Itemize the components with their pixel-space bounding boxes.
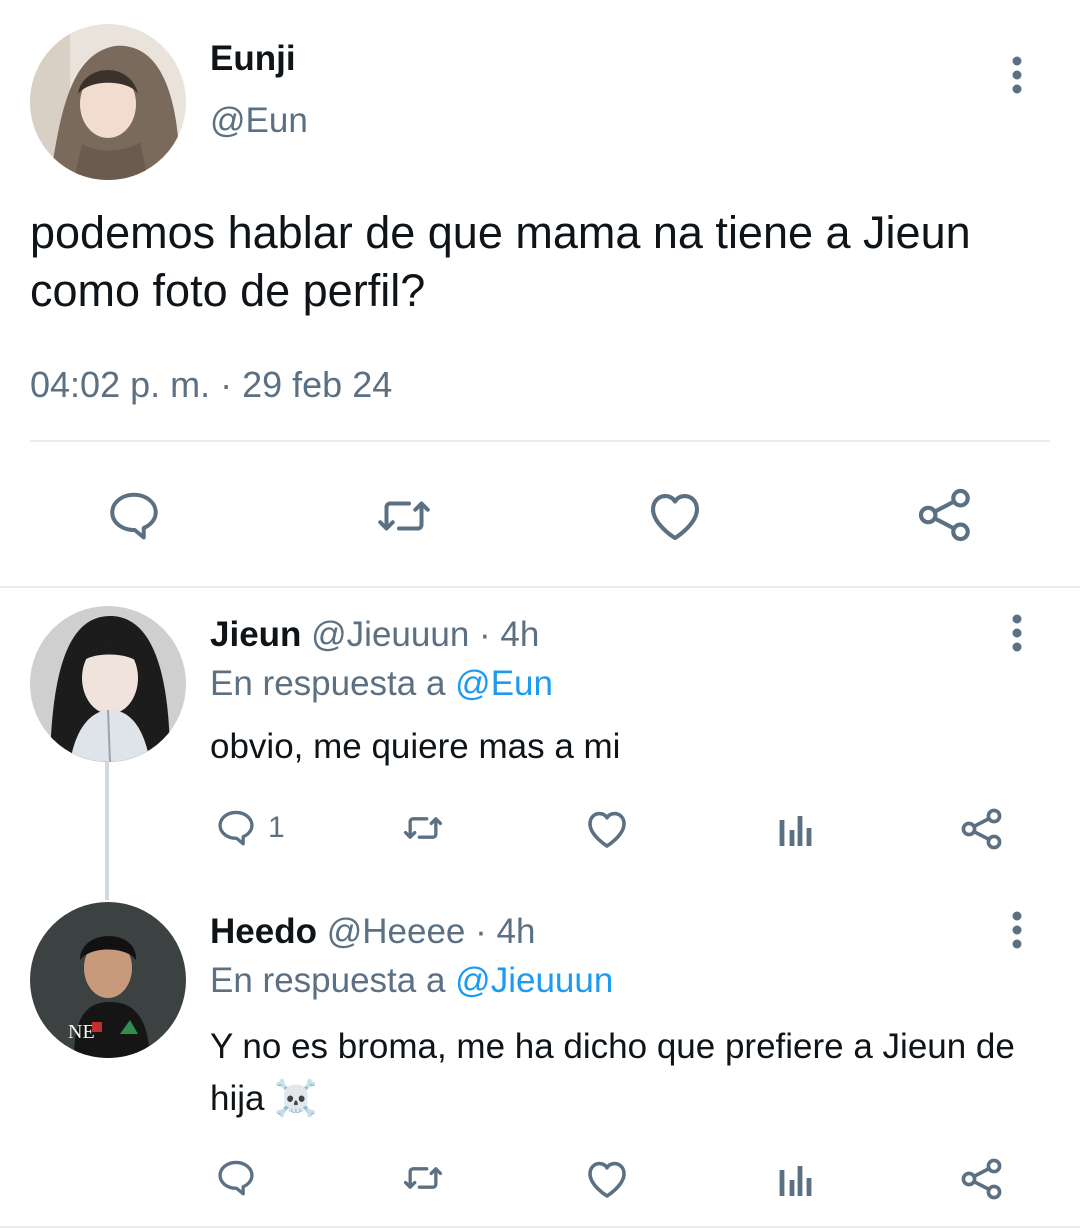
svg-text:NE: NE	[68, 1021, 95, 1043]
replying-to: En respuesta a @Jieuuun	[210, 960, 613, 1002]
like-icon[interactable]	[644, 485, 706, 547]
display-name[interactable]: Jieun	[210, 615, 301, 654]
reply-text: Y no es broma, me ha dicho que prefiere …	[210, 1027, 1015, 1118]
bottom-divider	[0, 1226, 1080, 1228]
reply-text: obvio, me quiere mas a mi	[210, 727, 621, 766]
reply-count: 1	[268, 811, 285, 844]
tweet-text: podemos hablar de que mama na tiene a Ji…	[30, 207, 971, 316]
avatar[interactable]	[30, 24, 186, 180]
display-name[interactable]: Eunji	[210, 38, 296, 80]
more-options-icon[interactable]	[1004, 54, 1030, 96]
reply-header: Jieun @Jieuuun · 4h	[210, 614, 539, 656]
avatar[interactable]	[30, 606, 186, 762]
analytics-icon[interactable]	[776, 1158, 816, 1198]
retweet-icon[interactable]	[398, 1156, 448, 1200]
reply-time[interactable]: · 4h	[479, 615, 539, 654]
replying-to-prefix: En respuesta a	[210, 961, 446, 1000]
more-options-icon[interactable]	[1004, 909, 1030, 951]
divider	[30, 440, 1050, 442]
timestamp[interactable]: 04:02 p. m. · 29 feb 24	[30, 363, 392, 407]
retweet-icon[interactable]	[398, 806, 448, 850]
like-icon[interactable]	[583, 805, 631, 853]
reply-icon[interactable]	[214, 806, 258, 850]
reply-time[interactable]: · 4h	[475, 912, 535, 951]
like-icon[interactable]	[583, 1155, 631, 1203]
handle[interactable]: @Heeee	[327, 912, 466, 951]
replying-to: En respuesta a @Eun	[210, 663, 553, 705]
retweet-icon[interactable]	[372, 486, 436, 546]
replying-to-link[interactable]: @Eun	[455, 664, 553, 703]
reply-icon[interactable]	[104, 486, 164, 546]
share-icon[interactable]	[914, 484, 976, 546]
analytics-icon[interactable]	[776, 808, 816, 848]
display-name[interactable]: Heedo	[210, 912, 317, 951]
reply-icon[interactable]	[214, 1156, 258, 1200]
handle[interactable]: @Eun	[210, 100, 308, 142]
more-options-icon[interactable]	[1004, 612, 1030, 654]
share-icon[interactable]	[958, 805, 1006, 853]
replying-to-prefix: En respuesta a	[210, 664, 446, 703]
thread-line	[105, 760, 109, 900]
handle[interactable]: @Jieuuun	[311, 615, 469, 654]
avatar[interactable]: NE	[30, 902, 186, 1058]
reply-header: Heedo @Heeee · 4h	[210, 911, 535, 953]
section-divider	[0, 586, 1080, 588]
replying-to-link[interactable]: @Jieuuun	[455, 961, 613, 1000]
share-icon[interactable]	[958, 1155, 1006, 1203]
